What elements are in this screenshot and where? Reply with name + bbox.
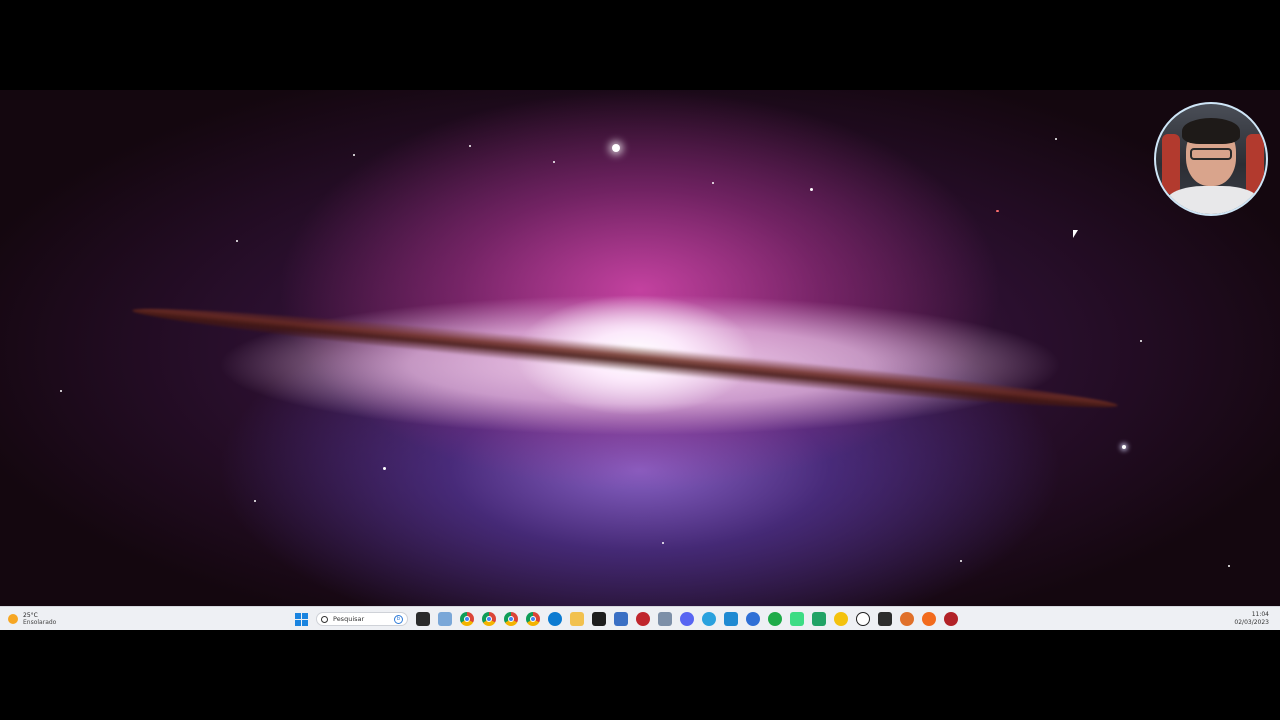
weather-widget[interactable]: 25°C Ensolarado	[8, 610, 56, 628]
star	[1122, 445, 1126, 449]
clock-date: 02/03/2023	[1234, 619, 1269, 626]
discord-icon[interactable]	[680, 612, 694, 626]
star	[960, 560, 962, 562]
sun-icon	[8, 614, 18, 624]
letterbox-bottom	[0, 630, 1280, 720]
chair-right	[1246, 134, 1264, 194]
puzzle-icon[interactable]	[614, 612, 628, 626]
chrome-profile-icon[interactable]	[482, 612, 496, 626]
galaxy-dust-lane	[131, 297, 1119, 419]
task-view-icon[interactable]	[416, 612, 430, 626]
star	[353, 154, 355, 156]
search-input[interactable]: Pesquisar b	[316, 612, 408, 626]
chair-left	[1162, 134, 1180, 194]
letterbox-top	[0, 0, 1280, 90]
bing-icon[interactable]: b	[394, 614, 403, 624]
star	[712, 182, 714, 184]
git-icon[interactable]	[658, 612, 672, 626]
search-tool-icon[interactable]	[900, 612, 914, 626]
star	[1055, 138, 1057, 140]
webcam-overlay	[1154, 102, 1268, 216]
weather-temperature: 25°C	[23, 612, 38, 619]
star	[236, 240, 238, 242]
camera-icon[interactable]	[878, 612, 892, 626]
star	[383, 467, 386, 470]
evernote-icon[interactable]	[768, 612, 782, 626]
hair	[1182, 118, 1240, 144]
shirt	[1166, 186, 1260, 214]
android-studio-icon[interactable]	[790, 612, 804, 626]
search-placeholder: Pesquisar	[333, 615, 365, 623]
edge-icon[interactable]	[548, 612, 562, 626]
rad-studio-icon[interactable]	[636, 612, 650, 626]
star	[662, 542, 664, 544]
google-icon[interactable]	[834, 612, 848, 626]
search-icon	[321, 615, 328, 623]
chrome-profile-icon[interactable]	[504, 612, 518, 626]
star	[469, 145, 471, 147]
windows-icon[interactable]	[295, 612, 308, 626]
taskbar: 25°C Ensolarado Pesquisar b 11:04 02/03/…	[0, 606, 1280, 630]
weather-condition: Ensolarado	[23, 619, 57, 626]
star	[1140, 340, 1142, 342]
star	[254, 500, 256, 502]
glasses	[1190, 148, 1232, 160]
slash-icon[interactable]	[922, 612, 936, 626]
clock-time: 11:04	[1251, 611, 1269, 618]
star	[553, 161, 555, 163]
star	[996, 210, 999, 212]
widgets-icon[interactable]	[438, 612, 452, 626]
chrome-icon[interactable]	[460, 612, 474, 626]
weather-text: 25°C Ensolarado	[23, 612, 56, 626]
chrome-profile-icon[interactable]	[526, 612, 540, 626]
star	[810, 188, 813, 191]
telegram-icon[interactable]	[702, 612, 716, 626]
taskbar-icons: Pesquisar b	[291, 610, 962, 628]
rad-studio-icon[interactable]	[944, 612, 958, 626]
vscode-icon[interactable]	[724, 612, 738, 626]
file-explorer-icon[interactable]	[570, 612, 584, 626]
desktop-wallpaper	[0, 90, 1280, 606]
star	[612, 144, 620, 152]
terminal-icon[interactable]	[592, 612, 606, 626]
soccer-icon[interactable]	[856, 612, 870, 626]
star	[60, 390, 62, 392]
mouse-cursor-icon	[1073, 230, 1078, 238]
star	[1228, 565, 1230, 567]
system-clock[interactable]: 11:04 02/03/2023	[1234, 611, 1269, 627]
spreadsheet-icon[interactable]	[812, 612, 826, 626]
maps-icon[interactable]	[746, 612, 760, 626]
